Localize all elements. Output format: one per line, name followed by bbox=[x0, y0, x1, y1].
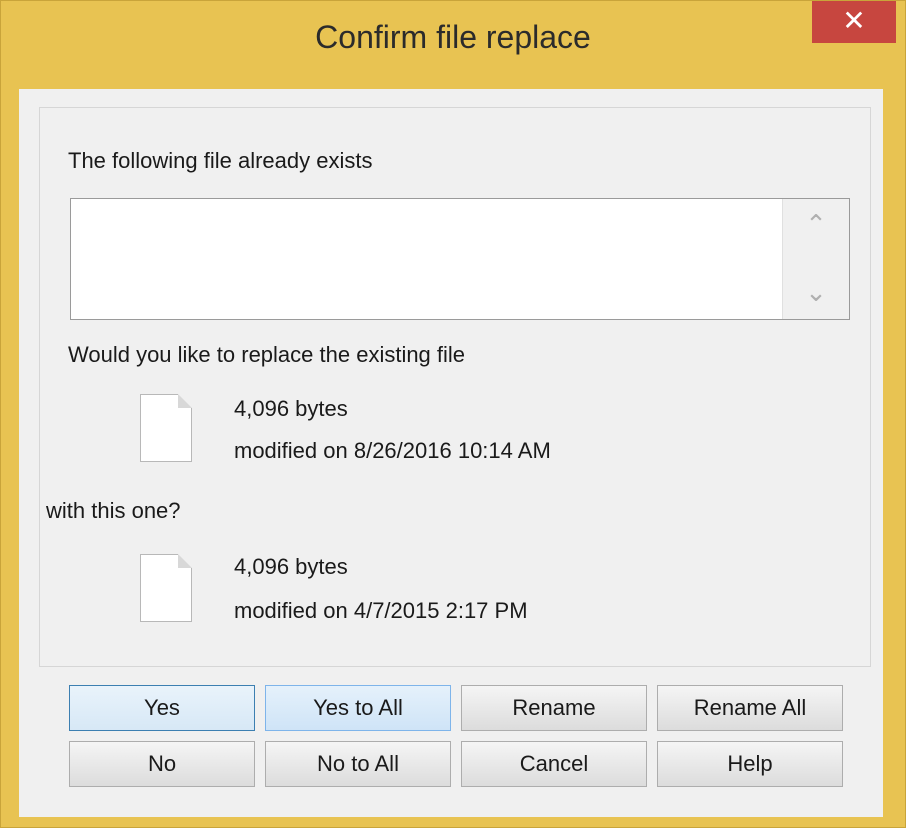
yes-button[interactable]: Yes bbox=[69, 685, 255, 731]
rename-all-button[interactable]: Rename All bbox=[657, 685, 843, 731]
no-to-all-button[interactable]: No to All bbox=[265, 741, 451, 787]
cancel-button[interactable]: Cancel bbox=[461, 741, 647, 787]
close-icon: ✕ bbox=[842, 5, 866, 36]
scroll-down-icon[interactable]: ⌄ bbox=[783, 277, 849, 308]
dialog-client-area: The following file already exists ⌃ ⌄ Wo… bbox=[19, 89, 883, 817]
close-button[interactable]: ✕ bbox=[812, 1, 896, 43]
new-file-icon bbox=[140, 554, 192, 622]
scroll-up-icon[interactable]: ⌃ bbox=[783, 209, 849, 240]
listbox-content[interactable] bbox=[73, 201, 781, 317]
title-bar[interactable]: Confirm file replace ✕ bbox=[1, 1, 905, 89]
rename-button[interactable]: Rename bbox=[461, 685, 647, 731]
listbox-scrollbar[interactable]: ⌃ ⌄ bbox=[782, 199, 849, 319]
with-label: with this one? bbox=[46, 498, 181, 523]
yes-to-all-button[interactable]: Yes to All bbox=[265, 685, 451, 731]
new-file-size: 4,096 bytes bbox=[234, 554, 348, 579]
new-file-modified: modified on 4/7/2015 2:17 PM bbox=[234, 598, 528, 623]
file-info-group: The following file already exists ⌃ ⌄ Wo… bbox=[39, 107, 871, 667]
replace-question: Would you like to replace the existing f… bbox=[68, 342, 466, 367]
help-button[interactable]: Help bbox=[657, 741, 843, 787]
existing-file-size: 4,096 bytes bbox=[234, 396, 348, 421]
existing-file-listbox[interactable]: ⌃ ⌄ bbox=[70, 198, 850, 320]
existing-file-modified: modified on 8/26/2016 10:14 AM bbox=[234, 438, 551, 463]
no-button[interactable]: No bbox=[69, 741, 255, 787]
window-title: Confirm file replace bbox=[315, 19, 591, 55]
page-fold bbox=[178, 394, 192, 408]
existing-file-icon bbox=[140, 394, 192, 462]
dialog-window: Confirm file replace ✕ The following fil… bbox=[0, 0, 906, 828]
exists-label: The following file already exists bbox=[68, 148, 373, 173]
page-fold bbox=[178, 554, 192, 568]
